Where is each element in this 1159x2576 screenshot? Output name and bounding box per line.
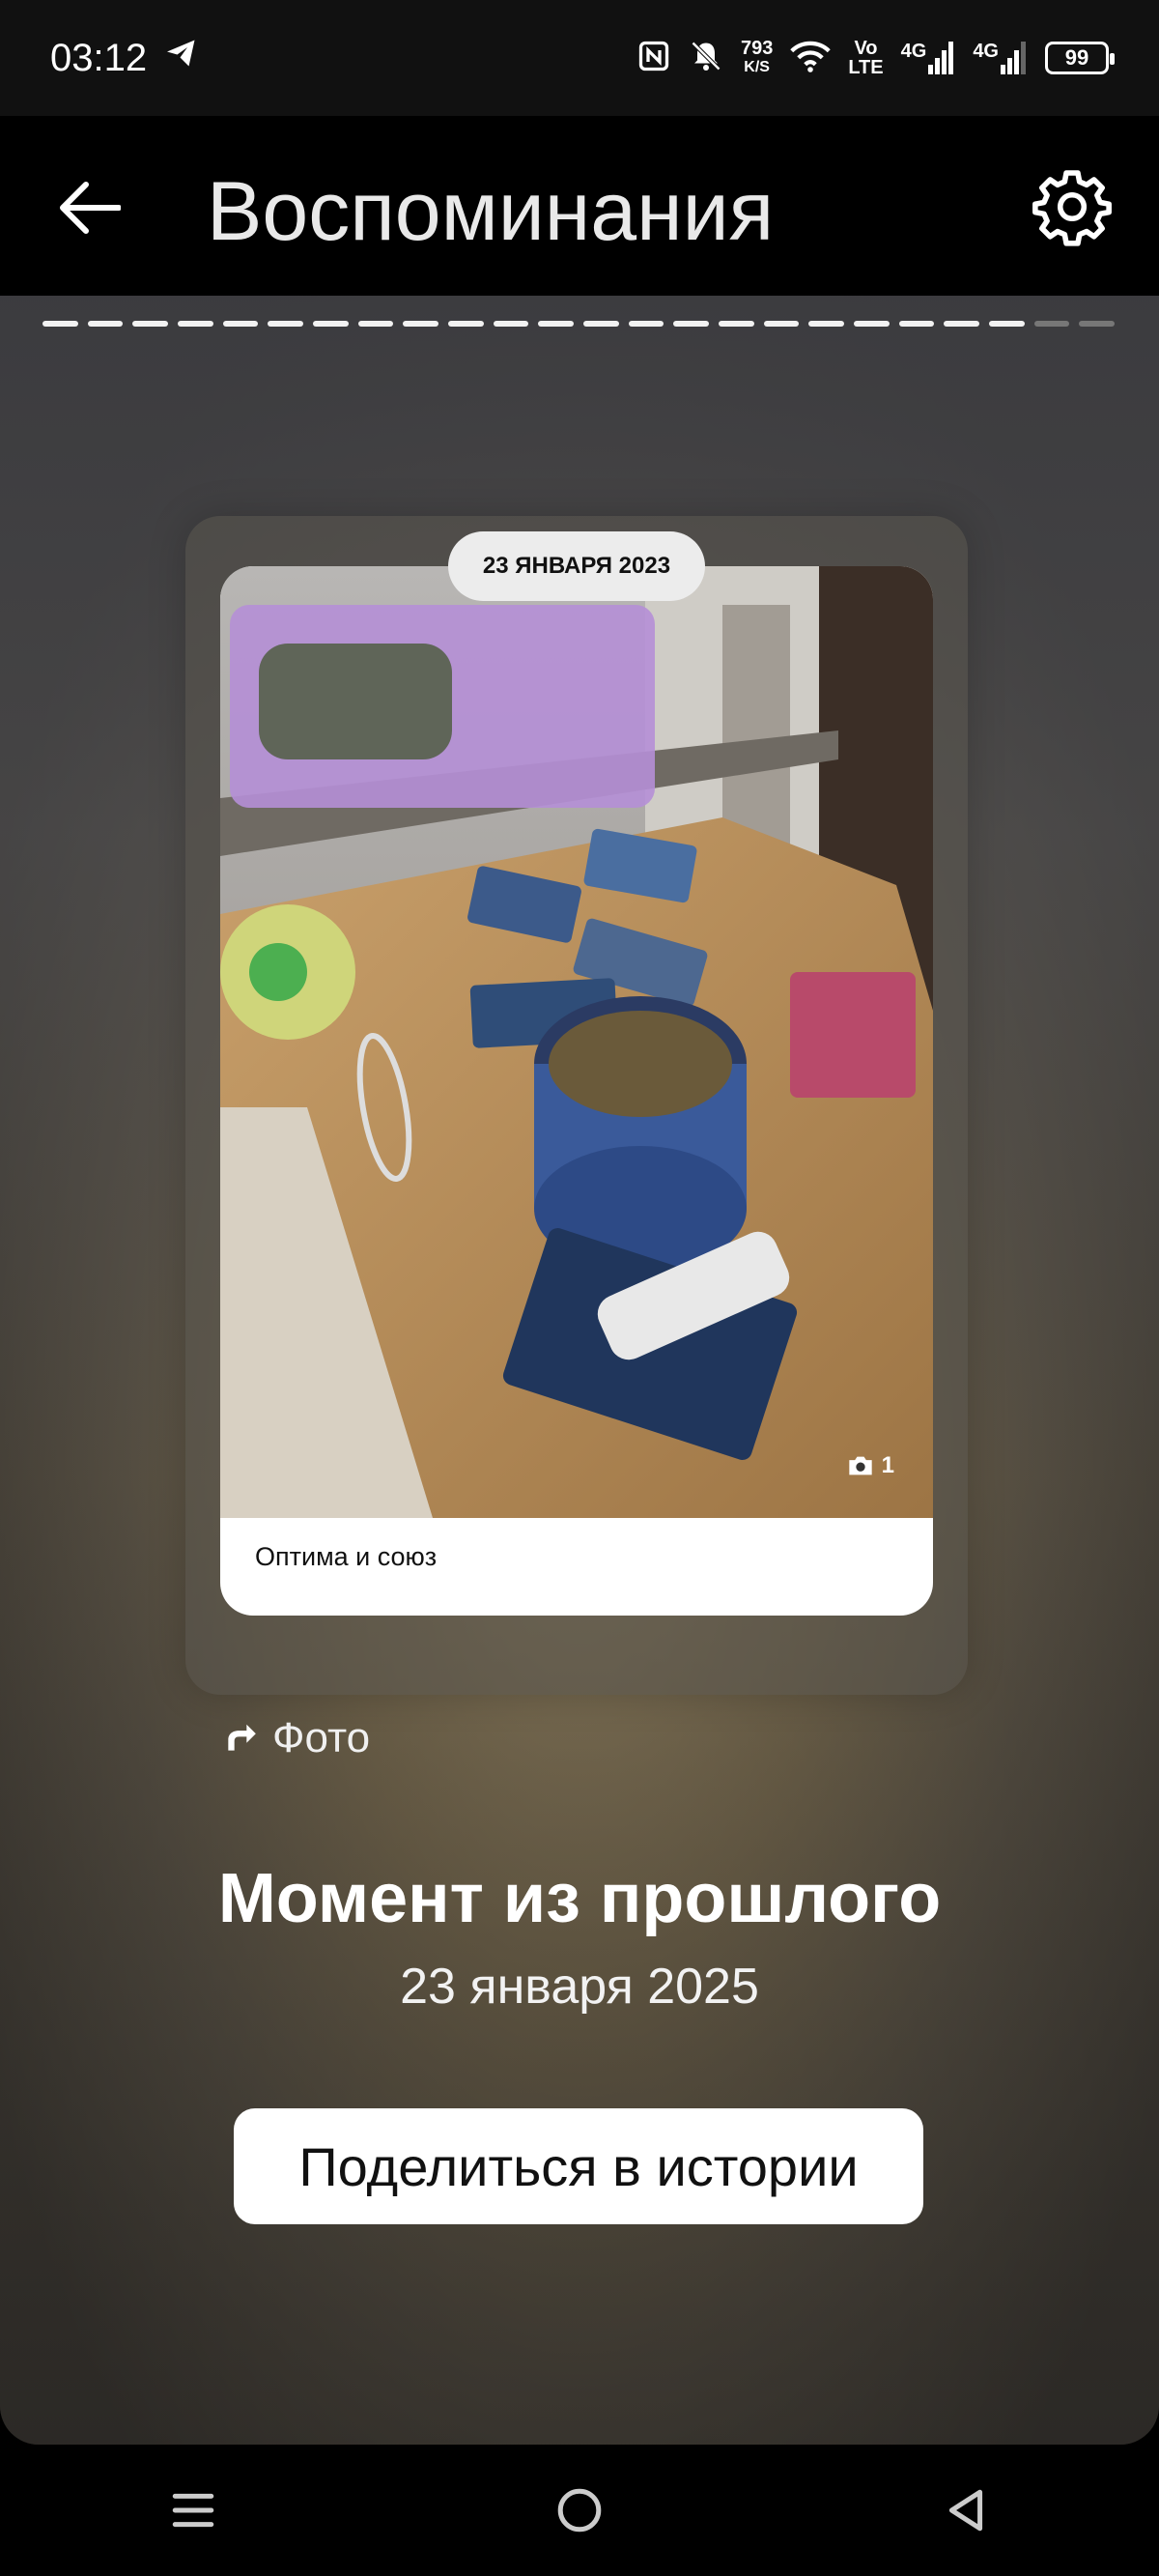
progress-segment — [132, 321, 169, 327]
gear-icon — [1032, 170, 1112, 246]
wifi-icon — [790, 39, 832, 78]
signal-sim2: 4G — [973, 42, 1028, 74]
memory-card-frame: 23 ЯНВАРЯ 2023 1 Оптима и союз — [185, 516, 968, 1695]
signal-bars-icon — [1001, 42, 1026, 74]
progress-segment — [42, 321, 78, 327]
memory-photo[interactable]: 1 — [220, 566, 933, 1518]
progress-segment — [1033, 321, 1070, 327]
progress-segment — [583, 321, 619, 327]
status-right: 793 K/S Vo LTE 4G 4G 99 — [636, 39, 1115, 78]
signal-sim1: 4G — [901, 42, 956, 74]
progress-segment — [808, 321, 845, 327]
mute-icon — [689, 39, 723, 78]
battery-indicator: 99 — [1045, 42, 1115, 74]
memory-story[interactable]: 23 ЯНВАРЯ 2023 1 Оптима и союз Фото Моме… — [0, 296, 1159, 2445]
progress-segment — [448, 321, 484, 327]
sim1-type: 4G — [900, 41, 927, 62]
status-bar: 03:12 793 K/S Vo LTE 4G 4G 99 — [0, 0, 1159, 116]
progress-segment — [898, 321, 935, 327]
memory-date-badge: 23 ЯНВАРЯ 2023 — [448, 531, 705, 601]
arrow-left-icon — [60, 182, 121, 234]
progress-segment — [268, 321, 304, 327]
volte-top: Vo — [854, 38, 878, 59]
progress-segment — [538, 321, 575, 327]
settings-button[interactable] — [1024, 158, 1120, 255]
photo-count-value: 1 — [881, 1452, 894, 1478]
back-nav-button[interactable] — [913, 2457, 1019, 2563]
nfc-icon — [636, 39, 671, 78]
net-speed: 793 K/S — [741, 39, 773, 77]
page-title: Воспоминания — [207, 165, 775, 258]
system-nav-bar — [0, 2445, 1159, 2576]
progress-segment — [628, 321, 664, 327]
progress-segment — [313, 321, 349, 327]
status-left: 03:12 — [50, 36, 199, 80]
memory-type-label: Фото — [222, 1714, 370, 1762]
progress-segment — [87, 321, 124, 327]
memory-post-card[interactable]: 1 Оптима и союз — [220, 566, 933, 1616]
progress-segment — [944, 321, 980, 327]
progress-segment — [763, 321, 800, 327]
repost-arrow-icon — [228, 1724, 256, 1751]
progress-segment — [989, 321, 1025, 327]
memory-type-text: Фото — [272, 1714, 371, 1761]
memory-title: Момент из прошлого — [217, 1860, 942, 1937]
progress-segment — [1079, 321, 1116, 327]
photo-count: 1 — [847, 1452, 894, 1479]
menu-icon — [172, 2493, 214, 2528]
progress-segment — [357, 321, 394, 327]
signal-bars-icon — [928, 42, 954, 74]
share-to-story-button[interactable]: Поделиться в истории — [234, 2108, 923, 2224]
recent-apps-button[interactable] — [140, 2457, 246, 2563]
net-speed-value: 793 — [740, 38, 774, 59]
story-progress — [42, 321, 1116, 327]
app-header: Воспоминания — [0, 116, 1159, 296]
home-button[interactable] — [526, 2457, 633, 2563]
memory-current-date: 23 января 2025 — [400, 1959, 759, 2015]
progress-segment — [403, 321, 439, 327]
progress-segment — [719, 321, 754, 327]
clock: 03:12 — [50, 36, 148, 79]
camera-icon — [848, 1456, 872, 1475]
volte-indicator: Vo LTE — [848, 39, 883, 77]
telegram-icon — [164, 36, 199, 80]
triangle-back-icon — [948, 2489, 983, 2532]
progress-segment — [493, 321, 529, 327]
volte-bottom: LTE — [848, 57, 884, 78]
circle-icon — [557, 2488, 602, 2533]
net-speed-unit: K/S — [744, 59, 770, 75]
progress-segment — [178, 321, 213, 327]
post-caption: Оптима и союз — [255, 1542, 438, 1571]
progress-segment — [222, 321, 259, 327]
progress-segment — [854, 321, 890, 327]
battery-level: 99 — [1064, 45, 1089, 70]
progress-segment — [673, 321, 710, 327]
back-button[interactable] — [50, 174, 127, 242]
sim2-type: 4G — [973, 41, 999, 62]
